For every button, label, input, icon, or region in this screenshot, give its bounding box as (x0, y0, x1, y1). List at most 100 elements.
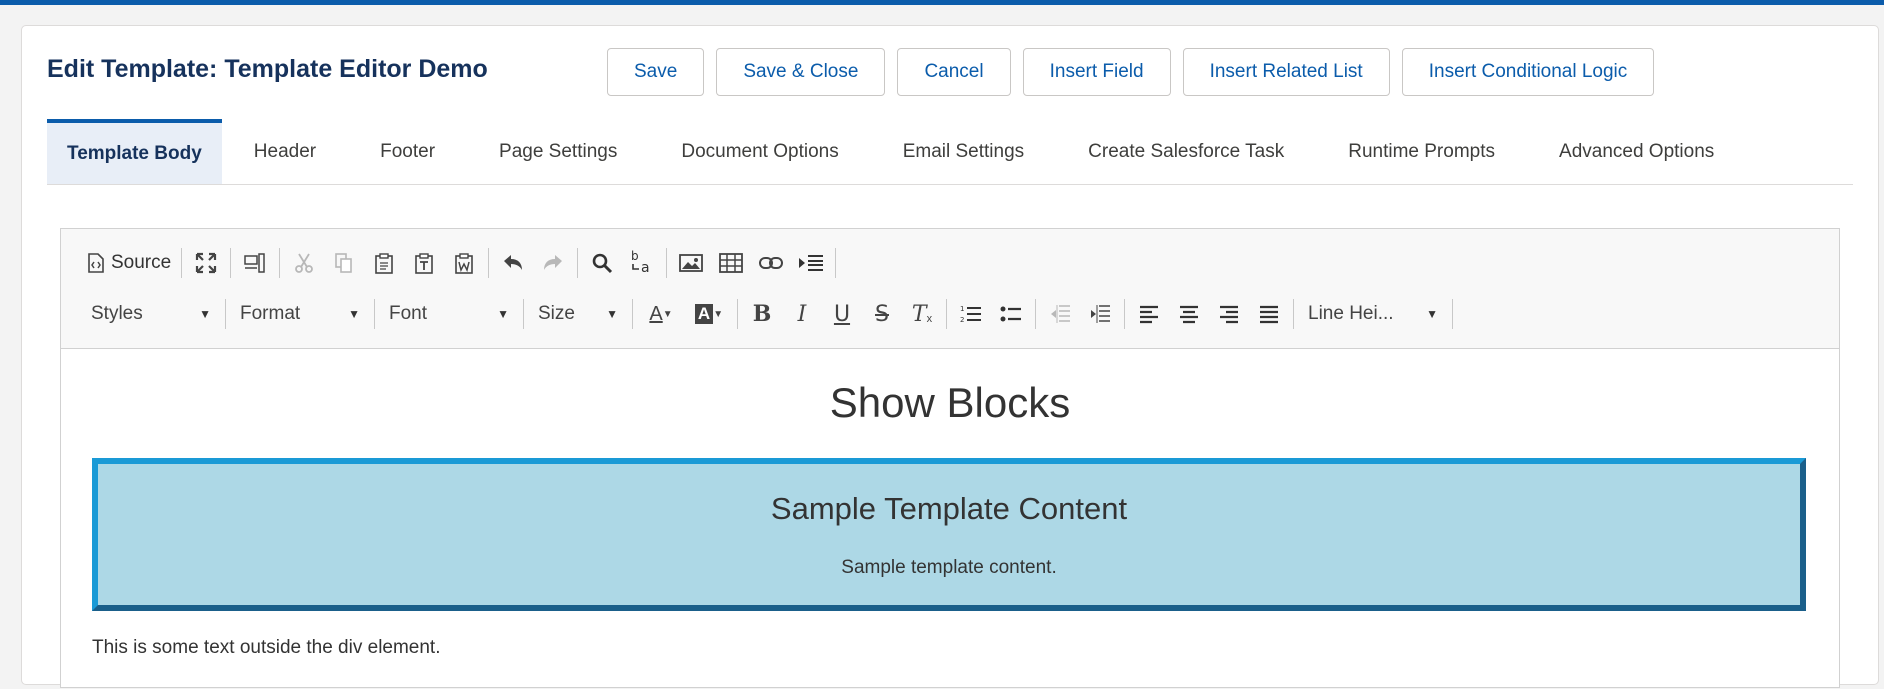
insert-field-button[interactable]: Insert Field (1022, 48, 1171, 96)
source-icon (87, 253, 105, 273)
chevron-down-icon: ▼ (1426, 307, 1438, 321)
underline-icon: U (833, 301, 851, 327)
format-dropdown[interactable]: Format ▼ (230, 294, 370, 334)
toolbar-separator (1293, 299, 1294, 329)
bold-button[interactable]: B (742, 294, 782, 334)
replace-button[interactable]: ba (622, 243, 662, 283)
svg-text:1: 1 (960, 305, 964, 313)
link-button[interactable] (751, 243, 791, 283)
editor-content-area[interactable]: Show Blocks Sample Template Content Samp… (61, 349, 1839, 689)
increase-indent-icon (1089, 304, 1111, 324)
find-button[interactable] (582, 243, 622, 283)
insert-conditional-logic-button[interactable]: Insert Conditional Logic (1401, 48, 1655, 96)
text-color-icon: A (649, 302, 663, 325)
underline-button[interactable]: U (822, 294, 862, 334)
tab-runtime-prompts[interactable]: Runtime Prompts (1316, 119, 1527, 184)
undo-button[interactable] (493, 243, 533, 283)
show-blocks-icon (243, 252, 267, 274)
styles-dropdown[interactable]: Styles ▼ (81, 294, 221, 334)
chevron-down-icon: ▼ (199, 307, 211, 321)
toolbar-separator (523, 299, 524, 329)
save-button[interactable]: Save (607, 48, 705, 96)
align-center-icon (1178, 304, 1200, 324)
remove-format-x-icon: x (926, 313, 933, 325)
bold-icon: B (752, 301, 772, 327)
svg-text:2: 2 (960, 316, 964, 324)
font-dropdown[interactable]: Font ▼ (379, 294, 519, 334)
toolbar-separator (666, 248, 668, 278)
paste-text-button[interactable] (404, 243, 444, 283)
link-icon (759, 256, 784, 270)
block-text: Sample template content. (841, 557, 1057, 578)
image-button[interactable] (671, 243, 711, 283)
toolbar-row-2: Styles ▼ Format ▼ Font ▼ Size ▼ A ▼ A ▼ … (81, 292, 1457, 336)
table-button[interactable] (711, 243, 751, 283)
remove-format-icon: T (911, 301, 927, 327)
paste-word-button[interactable] (444, 243, 484, 283)
cut-button[interactable] (284, 243, 324, 283)
tab-page-settings[interactable]: Page Settings (467, 119, 649, 184)
italic-button[interactable]: I (782, 294, 822, 334)
outside-text: This is some text outside the div elemen… (92, 637, 441, 658)
show-blocks-button[interactable] (235, 243, 275, 283)
redo-button[interactable] (533, 243, 573, 283)
block-heading: Sample Template Content (770, 491, 1128, 526)
cancel-button[interactable]: Cancel (897, 48, 1011, 96)
tab-document-options[interactable]: Document Options (649, 119, 870, 184)
increase-indent-button[interactable] (1080, 294, 1120, 334)
tab-create-salesforce-task[interactable]: Create Salesforce Task (1056, 119, 1316, 184)
rich-text-editor: Source b a Styles ▼ Format ▼ Font ▼ Size… (60, 228, 1840, 688)
align-left-button[interactable] (1129, 294, 1169, 334)
tab-advanced-options[interactable]: Advanced Options (1527, 119, 1746, 184)
insert-related-list-button[interactable]: Insert Related List (1182, 48, 1390, 96)
bulleted-list-icon (1000, 304, 1022, 324)
action-bar: Save Save & Close Cancel Insert Field In… (607, 48, 1655, 96)
strikethrough-button[interactable]: S (862, 294, 902, 334)
line-height-dropdown[interactable]: Line Hei... ▼ (1298, 294, 1448, 334)
document-heading: Show Blocks (829, 379, 1071, 426)
page-break-button[interactable] (791, 243, 831, 283)
numbered-list-icon: 12 (960, 304, 982, 324)
source-button[interactable]: Source (81, 243, 177, 283)
chevron-down-icon: ▼ (606, 307, 618, 321)
font-label: Font (389, 303, 428, 324)
tab-template-body[interactable]: Template Body (47, 119, 222, 184)
toolbar-separator (1452, 299, 1453, 329)
toolbar-separator (835, 248, 837, 278)
tab-header[interactable]: Header (222, 119, 348, 184)
editor-toolbar: Source b a Styles ▼ Format ▼ Font ▼ Size… (61, 229, 1839, 349)
copy-button[interactable] (324, 243, 364, 283)
source-label: Source (111, 252, 172, 273)
background-color-button[interactable]: A ▼ (685, 294, 733, 334)
italic-icon: I (797, 301, 807, 327)
maximize-button[interactable] (186, 243, 226, 283)
format-label: Format (240, 303, 301, 324)
toolbar-separator (946, 299, 947, 329)
save-close-button[interactable]: Save & Close (716, 48, 886, 96)
decrease-indent-button[interactable] (1040, 294, 1080, 334)
size-dropdown[interactable]: Size ▼ (528, 294, 628, 334)
copy-icon (333, 252, 355, 274)
replace-icon: ba (630, 250, 654, 276)
strikethrough-icon: S (875, 301, 889, 327)
maximize-icon (195, 252, 217, 274)
undo-icon (502, 253, 524, 273)
tab-footer[interactable]: Footer (348, 119, 467, 184)
chevron-down-icon: ▼ (497, 307, 509, 321)
toolbar-separator (632, 299, 633, 329)
chevron-down-icon: ▼ (348, 307, 360, 321)
align-right-button[interactable] (1209, 294, 1249, 334)
remove-format-button[interactable]: T x (902, 294, 942, 334)
paste-button[interactable] (364, 243, 404, 283)
image-icon (679, 253, 704, 273)
redo-icon (542, 253, 564, 273)
justify-button[interactable] (1249, 294, 1289, 334)
numbered-list-button[interactable]: 12 (951, 294, 991, 334)
align-center-button[interactable] (1169, 294, 1209, 334)
text-color-button[interactable]: A ▼ (637, 294, 685, 334)
justify-icon (1258, 304, 1280, 324)
tab-email-settings[interactable]: Email Settings (871, 119, 1056, 184)
toolbar-separator (1035, 299, 1036, 329)
top-accent-bar (0, 0, 1884, 5)
bulleted-list-button[interactable] (991, 294, 1031, 334)
